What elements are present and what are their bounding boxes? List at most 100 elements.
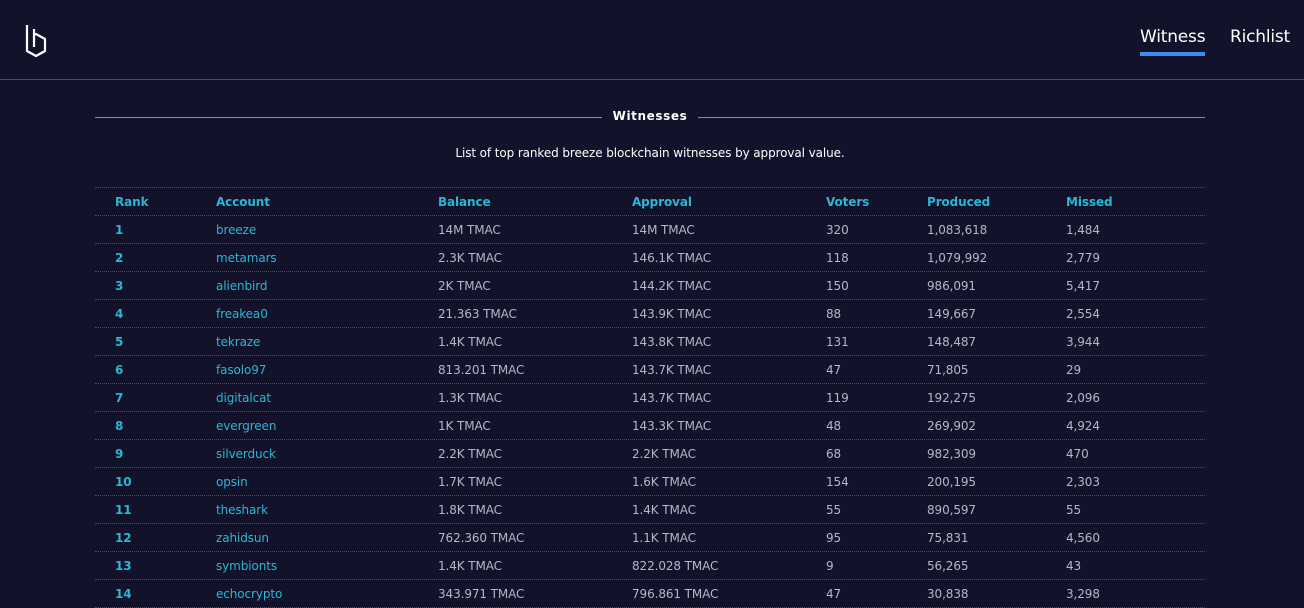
voters-cell: 150 <box>826 279 849 293</box>
column-header-missed[interactable]: Missed <box>1066 195 1113 209</box>
table-row: 9 silverduck 2.2K TMAC 2.2K TMAC 68 982,309 47… <box>95 440 1205 468</box>
voters-cell: 320 <box>826 223 849 237</box>
section-title: Witnesses <box>612 109 688 123</box>
breeze-logo-icon[interactable] <box>23 23 49 59</box>
rank-cell: 12 <box>115 531 132 545</box>
witness-table: Rank Account Balance Approval Voters Pro… <box>95 187 1205 608</box>
table-row: 5 tekraze 1.4K TMAC 143.8K TMAC 131 148,487 3,… <box>95 328 1205 356</box>
table-row: 13 symbionts 1.4K TMAC 822.028 TMAC 9 56,265 4… <box>95 552 1205 580</box>
tab-witness[interactable]: Witness <box>1140 27 1206 56</box>
tab-richlist[interactable]: Richlist <box>1230 27 1290 47</box>
produced-cell: 986,091 <box>927 279 976 293</box>
account-link[interactable]: theshark <box>216 503 268 517</box>
approval-cell: 1.6K TMAC <box>632 475 696 489</box>
account-link[interactable]: opsin <box>216 475 248 489</box>
column-header-rank[interactable]: Rank <box>115 195 149 209</box>
column-header-approval[interactable]: Approval <box>632 195 692 209</box>
rank-cell: 13 <box>115 559 132 573</box>
section-header: Witnesses <box>95 106 1205 130</box>
produced-cell: 1,079,992 <box>927 251 988 265</box>
missed-cell: 1,484 <box>1066 223 1100 237</box>
missed-cell: 2,779 <box>1066 251 1100 265</box>
missed-cell: 4,924 <box>1066 419 1100 433</box>
produced-cell: 149,667 <box>927 307 976 321</box>
rank-cell: 11 <box>115 503 132 517</box>
balance-cell: 1K TMAC <box>438 419 491 433</box>
missed-cell: 3,298 <box>1066 587 1100 601</box>
produced-cell: 890,597 <box>927 503 976 517</box>
table-row: 2 metamars 2.3K TMAC 146.1K TMAC 118 1,079,99… <box>95 244 1205 272</box>
rank-cell: 5 <box>115 335 124 349</box>
balance-cell: 343.971 TMAC <box>438 587 525 601</box>
balance-cell: 1.3K TMAC <box>438 391 502 405</box>
produced-cell: 200,195 <box>927 475 976 489</box>
approval-cell: 143.8K TMAC <box>632 335 711 349</box>
account-link[interactable]: alienbird <box>216 279 268 293</box>
section-subtitle: List of top ranked breeze blockchain wit… <box>455 146 845 160</box>
approval-cell: 1.4K TMAC <box>632 503 696 517</box>
rank-cell: 14 <box>115 587 132 601</box>
voters-cell: 154 <box>826 475 849 489</box>
approval-cell: 143.9K TMAC <box>632 307 711 321</box>
account-link[interactable]: tekraze <box>216 335 260 349</box>
approval-cell: 146.1K TMAC <box>632 251 711 265</box>
column-header-voters[interactable]: Voters <box>826 195 869 209</box>
approval-cell: 822.028 TMAC <box>632 559 719 573</box>
account-link[interactable]: fasolo97 <box>216 363 266 377</box>
voters-cell: 55 <box>826 503 842 517</box>
rank-cell: 1 <box>115 223 124 237</box>
table-row: 11 theshark 1.8K TMAC 1.4K TMAC 55 890,597 55 <box>95 496 1205 524</box>
balance-cell: 1.4K TMAC <box>438 559 502 573</box>
balance-cell: 2.3K TMAC <box>438 251 502 265</box>
divider-right <box>698 117 1205 118</box>
account-link[interactable]: digitalcat <box>216 391 271 405</box>
approval-cell: 14M TMAC <box>632 223 695 237</box>
column-header-account[interactable]: Account <box>216 195 270 209</box>
table-row: 7 digitalcat 1.3K TMAC 143.7K TMAC 119 192,27… <box>95 384 1205 412</box>
balance-cell: 21.363 TMAC <box>438 307 517 321</box>
column-header-produced[interactable]: Produced <box>927 195 990 209</box>
produced-cell: 30,838 <box>927 587 969 601</box>
missed-cell: 3,944 <box>1066 335 1100 349</box>
table-row: 1 breeze 14M TMAC 14M TMAC 320 1,083,618 1,484 <box>95 216 1205 244</box>
rank-cell: 9 <box>115 447 124 461</box>
missed-cell: 55 <box>1066 503 1082 517</box>
account-link[interactable]: echocrypto <box>216 587 282 601</box>
rank-cell: 8 <box>115 419 124 433</box>
column-header-balance[interactable]: Balance <box>438 195 491 209</box>
rank-cell: 10 <box>115 475 132 489</box>
table-row: 4 freakea0 21.363 TMAC 143.9K TMAC 88 149,667… <box>95 300 1205 328</box>
table-row: 6 fasolo97 813.201 TMAC 143.7K TMAC 47 71,805… <box>95 356 1205 384</box>
missed-cell: 2,096 <box>1066 391 1100 405</box>
missed-cell: 29 <box>1066 363 1082 377</box>
top-navigation-bar: Witness Richlist <box>0 0 1304 80</box>
voters-cell: 95 <box>826 531 842 545</box>
voters-cell: 119 <box>826 391 849 405</box>
produced-cell: 75,831 <box>927 531 969 545</box>
missed-cell: 2,303 <box>1066 475 1100 489</box>
table-row: 14 echocrypto 343.971 TMAC 796.861 TMAC 47 30… <box>95 580 1205 608</box>
missed-cell: 5,417 <box>1066 279 1100 293</box>
voters-cell: 118 <box>826 251 849 265</box>
balance-cell: 813.201 TMAC <box>438 363 525 377</box>
account-link[interactable]: symbionts <box>216 559 277 573</box>
account-link[interactable]: zahidsun <box>216 531 269 545</box>
voters-cell: 47 <box>826 363 842 377</box>
account-link[interactable]: breeze <box>216 223 256 237</box>
voters-cell: 88 <box>826 307 842 321</box>
account-link[interactable]: freakea0 <box>216 307 268 321</box>
missed-cell: 4,560 <box>1066 531 1100 545</box>
account-link[interactable]: silverduck <box>216 447 276 461</box>
produced-cell: 56,265 <box>927 559 969 573</box>
rank-cell: 2 <box>115 251 124 265</box>
voters-cell: 68 <box>826 447 842 461</box>
account-link[interactable]: metamars <box>216 251 277 265</box>
account-link[interactable]: evergreen <box>216 419 276 433</box>
approval-cell: 143.7K TMAC <box>632 363 711 377</box>
rank-cell: 6 <box>115 363 124 377</box>
produced-cell: 192,275 <box>927 391 976 405</box>
produced-cell: 148,487 <box>927 335 976 349</box>
voters-cell: 131 <box>826 335 849 349</box>
balance-cell: 2K TMAC <box>438 279 491 293</box>
balance-cell: 1.4K TMAC <box>438 335 502 349</box>
